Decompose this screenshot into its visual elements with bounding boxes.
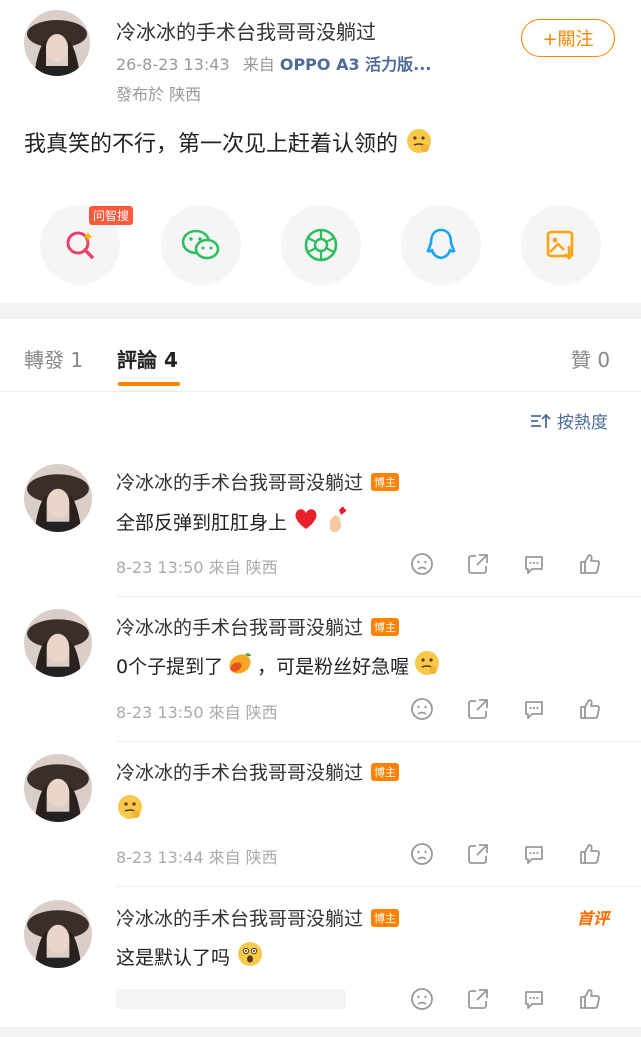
smart-search-tag: 问智搜 xyxy=(89,206,134,225)
comment-header: 冷冰冰的手术台我哥哥没躺过 博主 xyxy=(116,904,400,931)
reply-icon[interactable] xyxy=(522,697,548,723)
post-location: 發布於 陕西 xyxy=(116,85,202,104)
thinking-emoji-icon xyxy=(413,649,441,682)
comment-avatar[interactable] xyxy=(24,464,92,532)
comment-author-name[interactable]: 冷冰冰的手术台我哥哥没躺过 xyxy=(116,468,363,495)
mango-emoji-icon xyxy=(227,650,253,681)
comment-header: 冷冰冰的手术台我哥哥没躺过 博主 xyxy=(116,468,400,495)
comment-meta: 8-23 13:50 來自 陕西 xyxy=(116,703,278,722)
dislike-icon[interactable] xyxy=(410,842,436,868)
post-source-prefix: 来自 xyxy=(242,55,275,74)
comment-text-content: 全部反弹到肛肛身上 xyxy=(116,512,288,534)
save-image-button[interactable] xyxy=(521,205,601,285)
comment-actions xyxy=(410,552,604,578)
share-icon[interactable] xyxy=(466,987,492,1013)
comment-text: 这是默认了吗 xyxy=(116,940,264,973)
like-icon[interactable] xyxy=(578,842,604,868)
author-badge: 博主 xyxy=(371,762,400,781)
post-text-content: 我真笑的不行，第一次见上赶着认领的 xyxy=(24,132,399,157)
comment-author-name[interactable]: 冷冰冰的手术台我哥哥没躺过 xyxy=(116,904,363,931)
dislike-icon[interactable] xyxy=(410,552,436,578)
comment-avatar[interactable] xyxy=(24,754,92,822)
like-icon[interactable] xyxy=(578,987,604,1013)
comment-separator xyxy=(116,741,641,742)
tab-repost[interactable]: 轉發 1 xyxy=(24,344,83,373)
comment-avatar[interactable] xyxy=(24,609,92,677)
comment-separator xyxy=(116,886,641,887)
dislike-icon[interactable] xyxy=(410,987,436,1013)
dislike-icon[interactable] xyxy=(410,697,436,723)
share-wechat-button[interactable] xyxy=(161,205,241,285)
share-moments-button[interactable] xyxy=(281,205,361,285)
search-icon xyxy=(66,231,94,259)
qq-icon xyxy=(426,228,456,260)
author-avatar[interactable] xyxy=(24,10,90,76)
comment-text xyxy=(116,793,144,826)
tabs-bottom-border xyxy=(0,391,641,392)
tab-comments[interactable]: 評論 4 xyxy=(117,344,178,373)
first-comment-label: 首评 xyxy=(577,909,610,928)
post-text: 我真笑的不行，第一次见上赶着认领的 xyxy=(24,126,433,161)
heart-emoji-icon xyxy=(293,507,319,536)
comment-actions xyxy=(410,842,604,868)
post-meta: 26-8-23 13:43 来自 OPPO A3 活力版... xyxy=(116,51,431,75)
share-icon[interactable] xyxy=(466,842,492,868)
thinking-emoji-icon xyxy=(405,127,433,161)
comment-text: 全部反弹到肛肛身上 xyxy=(116,505,349,538)
author-badge: 博主 xyxy=(371,908,400,927)
moments-icon xyxy=(304,228,338,262)
follow-button[interactable]: +關注 xyxy=(521,19,615,57)
sort-label: 按熱度 xyxy=(557,413,608,433)
finger-heart-emoji-icon xyxy=(325,505,349,538)
post-source[interactable]: OPPO A3 活力版... xyxy=(280,55,432,74)
comment-text-content: 0个子提到了 xyxy=(116,656,224,678)
sort-icon xyxy=(531,413,551,428)
shocked-emoji-icon xyxy=(236,940,264,973)
comment-actions xyxy=(410,697,604,723)
comment-meta: 8-23 13:44 來自 陕西 xyxy=(116,848,278,867)
comment-text: 0个子提到了 ，可是粉丝好急喔 xyxy=(116,649,441,682)
comment-text-content: 这是默认了吗 xyxy=(116,947,231,969)
like-icon[interactable] xyxy=(578,552,604,578)
comment-author-name[interactable]: 冷冰冰的手术台我哥哥没躺过 xyxy=(116,758,363,785)
reply-icon[interactable] xyxy=(522,842,548,868)
share-icon[interactable] xyxy=(466,697,492,723)
post-author-name[interactable]: 冷冰冰的手术台我哥哥没躺过 xyxy=(116,16,376,45)
comment-header: 冷冰冰的手术台我哥哥没躺过 博主 xyxy=(116,613,400,640)
save-image-icon xyxy=(546,230,574,260)
comment-avatar[interactable] xyxy=(24,900,92,968)
like-icon[interactable] xyxy=(578,697,604,723)
tab-likes[interactable]: 贊 0 xyxy=(571,344,610,373)
bottom-divider xyxy=(0,1027,641,1037)
active-tab-indicator xyxy=(118,382,180,386)
comment-meta: 8-23 13:50 來自 陕西 xyxy=(116,558,278,577)
comment-header: 冷冰冰的手术台我哥哥没躺过 博主 xyxy=(116,758,400,785)
comment-text-continued: ，可是粉丝好急喔 xyxy=(257,656,410,678)
wechat-icon xyxy=(181,229,220,260)
thinking-emoji-icon xyxy=(116,793,144,826)
section-divider xyxy=(0,303,641,319)
post-time: 26-8-23 13:43 xyxy=(116,55,230,74)
share-icon[interactable] xyxy=(466,552,492,578)
reply-icon[interactable] xyxy=(522,987,548,1013)
comment-author-name[interactable]: 冷冰冰的手术台我哥哥没躺过 xyxy=(116,613,363,640)
author-badge: 博主 xyxy=(371,617,400,636)
share-qq-button[interactable] xyxy=(401,205,481,285)
sort-by-hot-button[interactable]: 按熱度 xyxy=(529,408,608,433)
author-badge: 博主 xyxy=(371,472,400,491)
reply-icon[interactable] xyxy=(522,552,548,578)
comment-separator xyxy=(116,596,641,597)
comment-actions xyxy=(410,987,604,1013)
comment-meta-blurred xyxy=(116,989,346,1009)
